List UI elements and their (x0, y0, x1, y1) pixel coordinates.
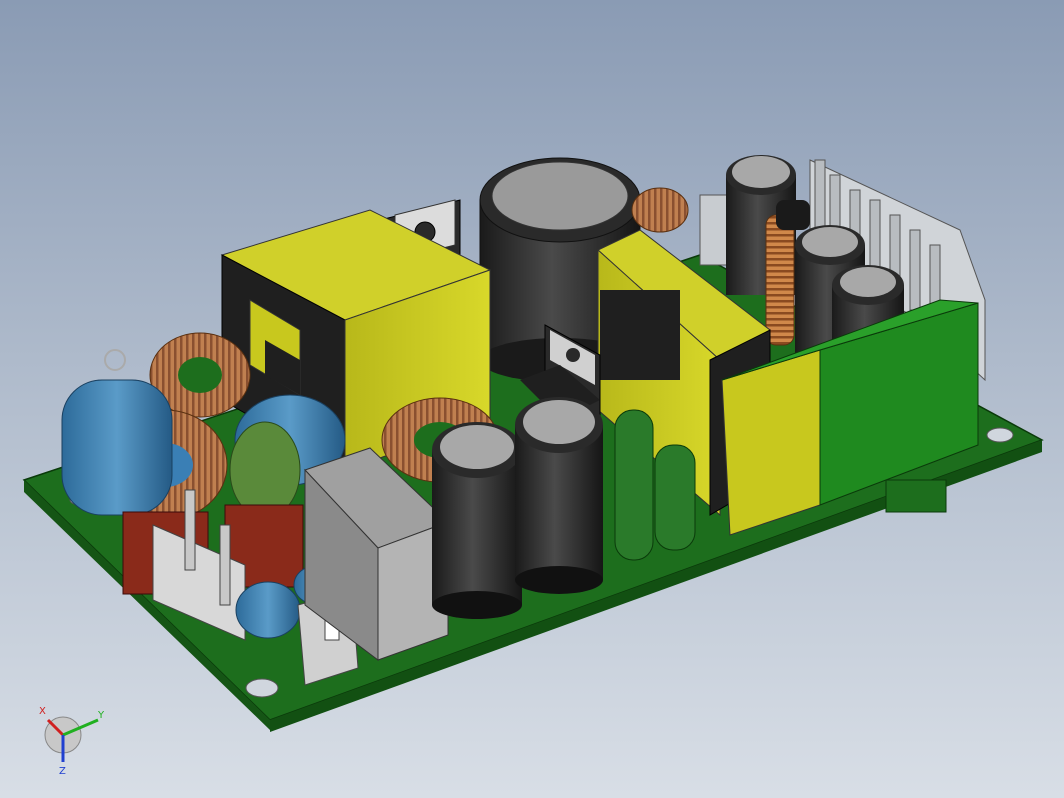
inductor (631, 187, 689, 233)
y-axis-label: Y (97, 710, 105, 721)
electrolytic-capacitor (432, 422, 522, 619)
mount-hole (986, 427, 1014, 443)
z-axis-label: Z (59, 766, 66, 777)
mount-hole (245, 678, 279, 698)
x-axis-label: X (39, 706, 46, 717)
electrolytic-capacitor (515, 397, 603, 594)
disc-capacitor (229, 421, 301, 519)
orientation-triad: X Y Z (39, 706, 105, 777)
model-viewport[interactable] (0, 0, 1064, 798)
standoff (885, 479, 947, 513)
